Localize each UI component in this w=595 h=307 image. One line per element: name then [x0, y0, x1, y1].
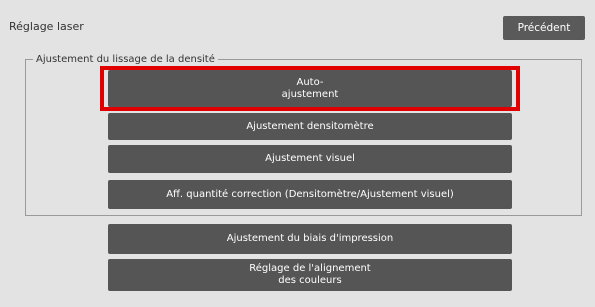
densitometer-adjustment-label: Ajustement densitomètre — [246, 120, 374, 132]
selection-highlight — [100, 66, 520, 111]
correction-amount-display-button[interactable]: Aff. quantité correction (Densitomètre/A… — [108, 180, 512, 209]
group-label: Ajustement du lissage de la densité — [33, 54, 218, 65]
color-alignment-label-2: des couleurs — [278, 275, 342, 286]
page-title: Réglage laser — [9, 20, 84, 33]
color-alignment-label-1: Réglage de l'alignement — [249, 263, 371, 274]
visual-adjustment-button[interactable]: Ajustement visuel — [108, 145, 512, 173]
densitometer-adjustment-button[interactable]: Ajustement densitomètre — [108, 113, 512, 140]
print-skew-adjustment-label: Ajustement du biais d'impression — [226, 233, 394, 244]
laser-settings-screen: Réglage laser Précédent Ajustement du li… — [0, 0, 595, 307]
print-skew-adjustment-button[interactable]: Ajustement du biais d'impression — [108, 224, 512, 254]
color-alignment-button[interactable]: Réglage de l'alignement des couleurs — [108, 259, 512, 291]
correction-amount-display-label: Aff. quantité correction (Densitomètre/A… — [166, 188, 454, 200]
back-button[interactable]: Précédent — [503, 16, 585, 40]
visual-adjustment-label: Ajustement visuel — [265, 153, 355, 164]
